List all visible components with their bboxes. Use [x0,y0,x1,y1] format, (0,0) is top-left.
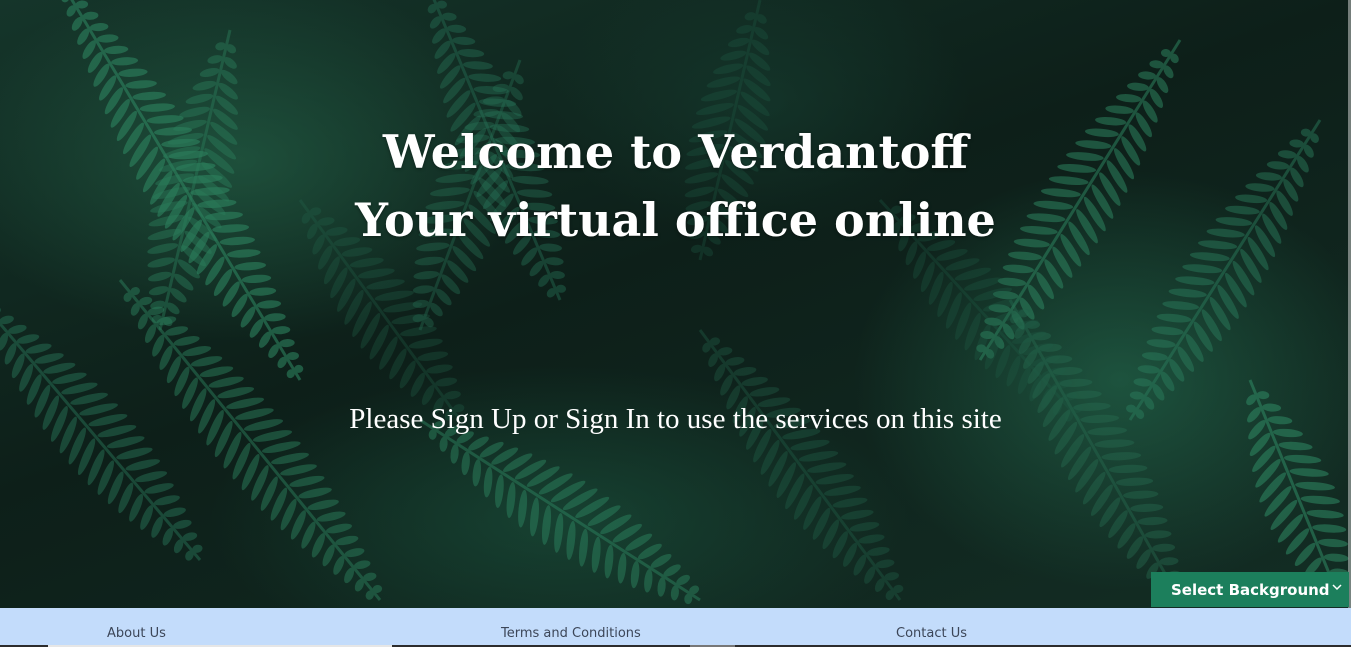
footer: About Us Terms and Conditions Contact Us [0,608,1351,645]
select-background-label: Select Background [1171,580,1330,599]
fern-frond [118,279,383,601]
sign-in-prompt: Please Sign Up or Sign In to use the ser… [349,403,1002,435]
hero-section: Welcome to Verdantoff Your virtual offic… [0,0,1351,608]
footer-link-contact[interactable]: Contact Us [896,626,967,641]
fern-background-image [0,0,1349,605]
page: Welcome to Verdantoff Your virtual offic… [0,0,1351,647]
select-background-dropdown[interactable]: Select Background [1151,572,1349,607]
chevron-down-icon [1332,584,1342,591]
hero-title: Welcome to Verdantoff Your virtual offic… [0,118,1351,254]
hero-title-line2: Your virtual office online [355,193,996,247]
fern-frond [698,329,904,601]
footer-link-terms[interactable]: Terms and Conditions [501,626,641,641]
fern-frond [419,418,701,605]
hero-title-line1: Welcome to Verdantoff [382,125,969,179]
footer-link-about[interactable]: About Us [107,626,166,641]
